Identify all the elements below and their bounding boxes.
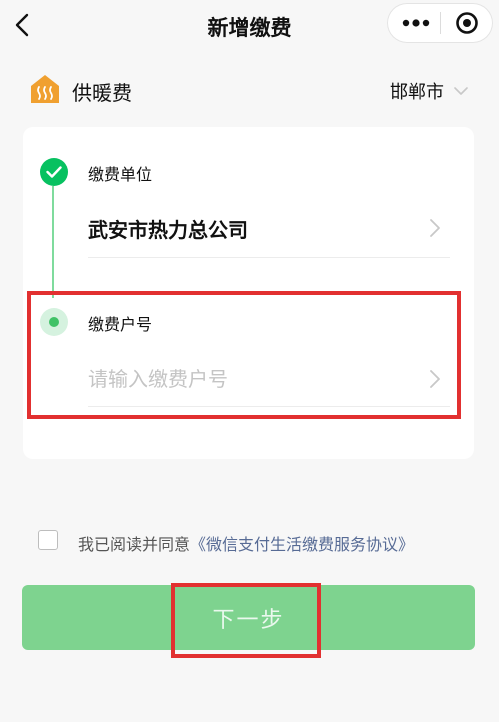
city-label: 邯郸市 bbox=[390, 82, 444, 103]
capsule-divider bbox=[440, 12, 441, 34]
chevron-down-icon bbox=[454, 87, 468, 95]
step-complete-check-icon bbox=[40, 158, 68, 186]
agreement-link[interactable]: 《微信支付生活缴费服务协议》 bbox=[190, 535, 414, 554]
account-number-highlight-box bbox=[27, 291, 461, 419]
agreement-prefix: 我已阅读并同意 bbox=[78, 535, 191, 554]
step-connector-line bbox=[52, 186, 54, 298]
payment-unit-value: 武安市热力总公司 bbox=[88, 218, 248, 242]
chevron-right-icon bbox=[430, 219, 440, 237]
city-selector[interactable]: 邯郸市 bbox=[390, 78, 468, 104]
agreement-checkbox[interactable] bbox=[38, 530, 58, 550]
heating-house-icon bbox=[30, 74, 60, 104]
next-button-highlight-box bbox=[171, 583, 321, 658]
agreement-text: 我已阅读并同意《微信支付生活缴费服务协议》 bbox=[78, 531, 414, 555]
more-button[interactable] bbox=[398, 9, 434, 37]
more-dots-icon bbox=[402, 19, 430, 27]
service-name: 供暖费 bbox=[72, 81, 132, 105]
close-mini-program-button[interactable] bbox=[452, 9, 482, 37]
target-circle-icon bbox=[456, 12, 478, 34]
payment-unit-label: 缴费单位 bbox=[88, 165, 153, 184]
